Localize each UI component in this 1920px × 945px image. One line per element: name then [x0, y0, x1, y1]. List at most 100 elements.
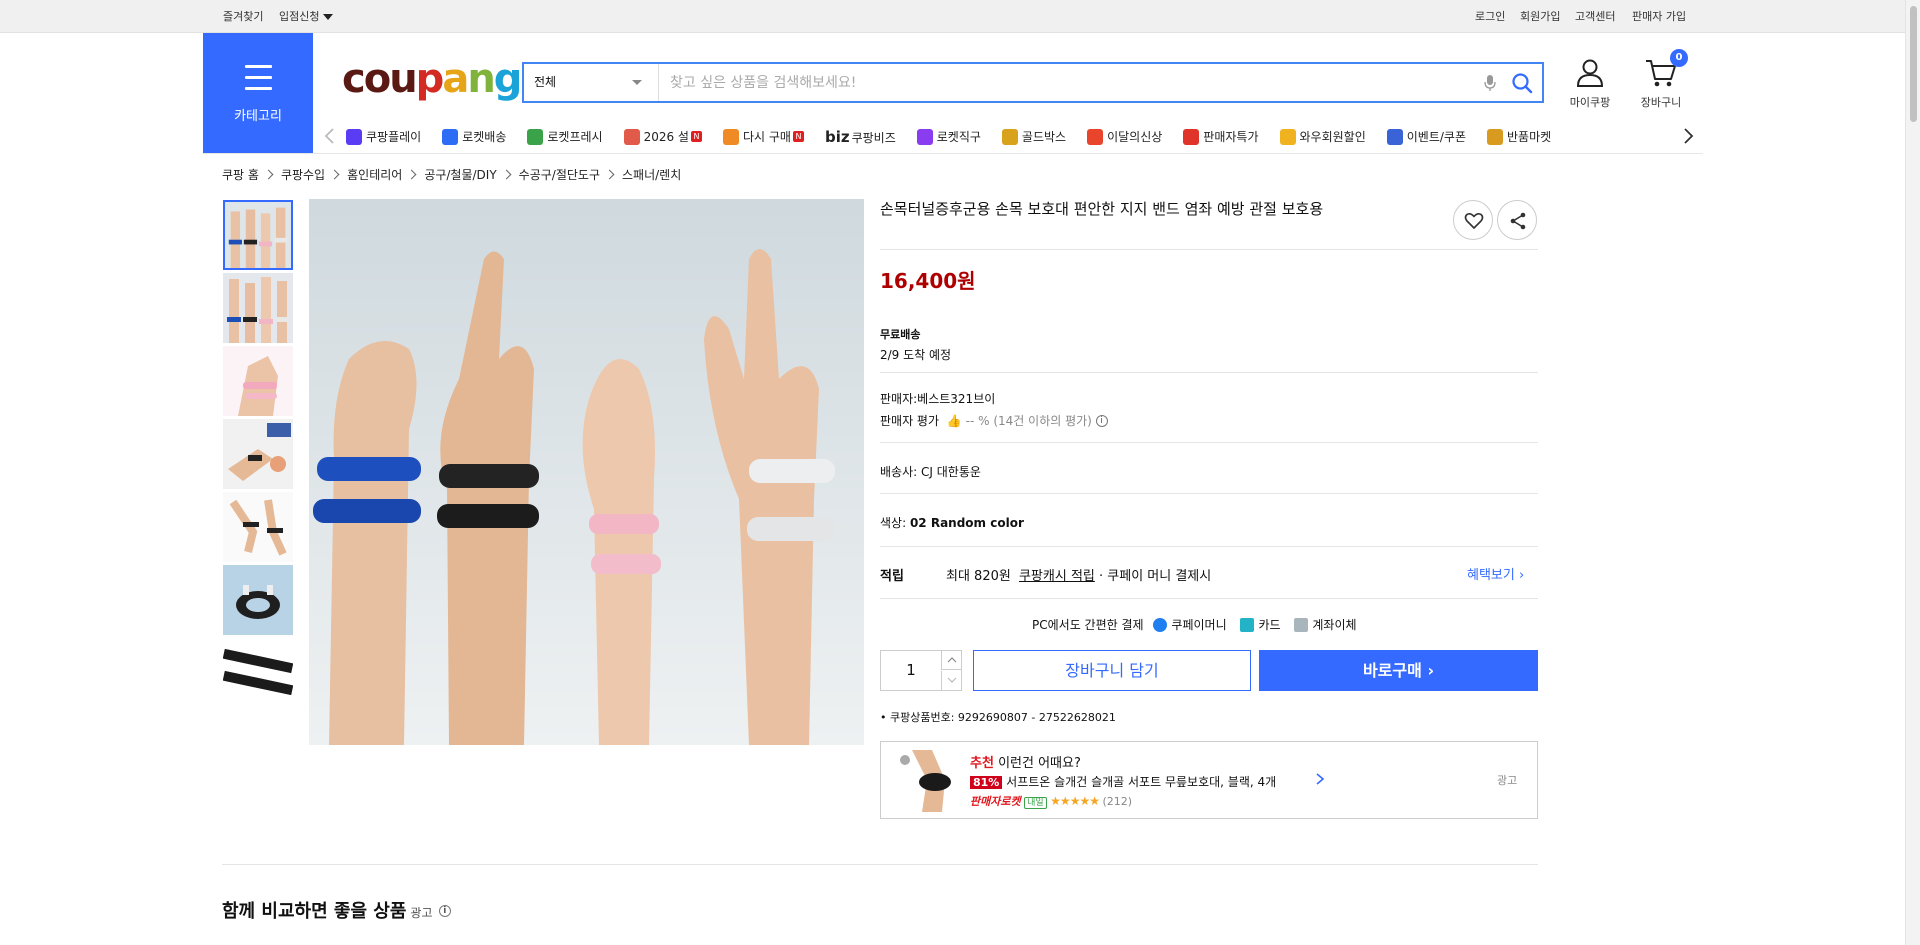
quantity-increase-button[interactable] — [941, 651, 962, 670]
new-icon — [1087, 128, 1104, 145]
thumbnail-pink-band-image — [223, 346, 293, 416]
seller-rocket-badge: 판매자로켓 — [970, 795, 1021, 808]
thumbnail-5[interactable] — [223, 492, 293, 562]
info-icon[interactable]: i — [1095, 414, 1108, 427]
product-number: • 쿠팡상품번호: 9292690807 - 27522628021 — [880, 711, 1116, 724]
quantity-decrease-button[interactable] — [941, 671, 962, 690]
pay-method-1: 쿠페이머니 — [1171, 618, 1227, 632]
cart-label: 장바구니 — [1640, 96, 1682, 109]
breadcrumb-item[interactable]: 스패너/렌치 — [622, 166, 681, 183]
signup-link[interactable]: 회원가입 — [1520, 0, 1560, 33]
nav-next-icon[interactable] — [1678, 126, 1698, 146]
login-link[interactable]: 로그인 — [1475, 0, 1505, 33]
breadcrumb-item[interactable]: 홈인테리어 — [347, 166, 402, 183]
category-menu-button[interactable]: 카테고리 — [203, 33, 313, 153]
thumbnail-wristbands-image — [223, 273, 293, 343]
reward-info: 최대 820원 쿠팡캐시 적립 · 쿠페이 머니 결제시 — [946, 565, 1211, 584]
nav-item-9[interactable]: 이달의신상 — [1087, 121, 1162, 153]
view-benefits-link[interactable]: 혜택보기 › — [1467, 564, 1524, 583]
info-icon[interactable]: i — [438, 905, 451, 917]
thumbnail-2[interactable] — [223, 273, 293, 343]
nav-label: 로켓배송 — [462, 130, 507, 144]
bookmark-link[interactable]: 즐겨찾기 — [223, 0, 263, 33]
compare-section-label: 함께 비교하면 좋을 상품 — [222, 901, 407, 922]
nav-item-10[interactable]: 판매자특가 — [1183, 121, 1259, 153]
add-to-cart-button[interactable]: 장바구니 담기 — [973, 650, 1251, 691]
nav-label: 쿠팡비즈 — [851, 131, 896, 145]
nav-item-8[interactable]: 골드박스 — [1001, 121, 1066, 153]
nav-item-6[interactable]: biz 쿠팡비즈 — [825, 121, 896, 153]
seller-signup-link[interactable]: 판매자 가입 — [1632, 0, 1686, 33]
recommend-ad-box[interactable]: 추천 이런건 어때요? 81% 서프트온 슬개건 슬개골 서포트 무릎보호대, … — [880, 741, 1538, 819]
seller-apply-menu[interactable]: 입점신청 — [279, 0, 334, 33]
thumbnail-1[interactable] — [223, 200, 293, 270]
breadcrumb: 쿠팡 홈 쿠팡수입 홈인테리어 공구/철물/DIY 수공구/절단도구 스패너/렌치 — [222, 166, 681, 183]
logo-part-4: n — [467, 56, 496, 102]
nav-prev-icon[interactable] — [320, 126, 340, 146]
arrival-date: 2/9 도착 예정 — [880, 348, 952, 362]
recommend-headline: 추천 이런건 어때요? — [970, 752, 1081, 771]
thumbnail-7[interactable] — [223, 638, 293, 708]
breadcrumb-item[interactable]: 공구/철물/DIY — [424, 166, 496, 183]
coupang-cash-link[interactable]: 쿠팡캐시 적립 — [1019, 569, 1095, 584]
thumbnail-3[interactable] — [223, 346, 293, 416]
thumbnail-howto-image — [223, 492, 293, 562]
divider — [880, 546, 1538, 547]
pay-title: PC에서도 간편한 결제 — [1032, 618, 1144, 632]
logo-part-5: g — [493, 56, 523, 102]
search-bar: 전체 — [522, 62, 1544, 103]
carrier-value: CJ 대한통운 — [921, 465, 981, 479]
scrollbar[interactable] — [1905, 0, 1920, 945]
thumbnail-wristbands-image — [225, 202, 291, 268]
nav-item-1[interactable]: 쿠팡플레이 — [346, 121, 421, 153]
wishlist-button[interactable] — [1453, 200, 1493, 240]
heart-icon — [1464, 213, 1484, 229]
thumbnail-4[interactable] — [223, 419, 293, 489]
search-icon[interactable] — [1511, 72, 1533, 94]
breadcrumb-item[interactable]: 수공구/절단도구 — [519, 166, 600, 183]
ad-label: 광고 — [410, 906, 433, 920]
nav-item-7[interactable]: 로켓직구 — [916, 121, 981, 153]
coupay-icon — [1153, 617, 1168, 632]
global-icon — [916, 128, 933, 145]
seller-name[interactable]: 판매자:베스트321브이 — [880, 390, 995, 407]
mycoupang-button[interactable]: 마이쿠팡 — [1560, 58, 1620, 110]
customer-center-link[interactable]: 고객센터 — [1575, 0, 1615, 33]
nav-item-4[interactable]: 2026 설N — [623, 121, 702, 153]
compare-section-title: 함께 비교하면 좋을 상품 광고 i — [222, 897, 451, 923]
nav-item-12[interactable]: 이벤트/쿠폰 — [1386, 121, 1466, 153]
nav-item-3[interactable]: 로켓프레시 — [527, 121, 603, 153]
search-input[interactable] — [660, 64, 1450, 101]
chevron-right-icon[interactable] — [1314, 772, 1326, 786]
scrollbar-thumb[interactable] — [1910, 6, 1917, 122]
microphone-icon[interactable] — [1484, 74, 1496, 92]
coupang-logo[interactable]: coupang — [342, 54, 523, 104]
recommend-product: 81% 서프트온 슬개건 슬개골 서포트 무릎보호대, 블랙, 4개 — [970, 773, 1276, 790]
ad-label: 광고 — [1497, 774, 1518, 787]
chevron-up-icon — [947, 657, 957, 663]
divider — [880, 249, 1538, 250]
breadcrumb-item[interactable]: 쿠팡 홈 — [222, 166, 259, 183]
nav-item-5[interactable]: 다시 구매 N — [722, 121, 804, 153]
nav-label: 로켓프레시 — [547, 130, 603, 144]
quantity-input[interactable]: 1 — [881, 651, 941, 690]
product-main-image[interactable] — [309, 199, 864, 745]
product-price: 16,400원 — [880, 269, 976, 293]
thumbnail-6[interactable] — [223, 565, 293, 635]
nav-item-11[interactable]: 와우회원할인 — [1279, 121, 1366, 153]
buy-now-button[interactable]: 바로구매 › — [1259, 650, 1538, 691]
breadcrumb-item[interactable]: 쿠팡수입 — [281, 166, 325, 183]
share-button[interactable] — [1497, 200, 1537, 240]
search-category-select[interactable]: 전체 — [524, 64, 659, 101]
reward-condition: · 쿠페이 머니 결제시 — [1099, 569, 1212, 584]
nav-item-13[interactable]: 반품마켓 — [1487, 121, 1551, 153]
nav-item-2[interactable]: 로켓배송 — [442, 121, 506, 153]
shipping-title: 무료배송 — [880, 328, 921, 341]
logo-part-1: cou — [342, 56, 418, 102]
seller-rating-value: -- % — [965, 414, 990, 428]
chevron-right-icon: › — [1427, 661, 1435, 680]
logo-part-3: a — [442, 56, 469, 102]
quantity-stepper: 1 — [880, 650, 962, 691]
chevron-right-icon — [501, 169, 512, 180]
home-icon — [722, 128, 739, 145]
